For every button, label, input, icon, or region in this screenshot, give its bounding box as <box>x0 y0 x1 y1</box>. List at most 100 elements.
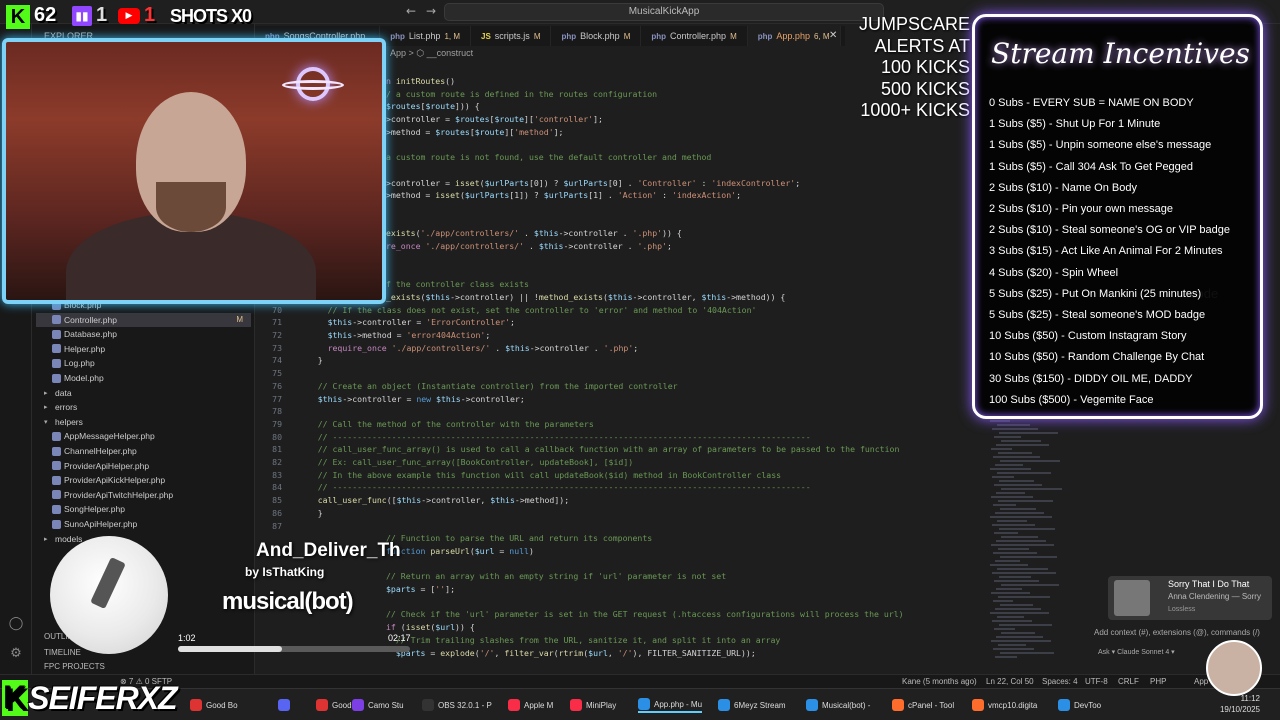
back-arrow-icon[interactable]: ← <box>406 4 416 18</box>
cursor-position[interactable]: Ln 22, Col 50 <box>986 677 1034 686</box>
php-file-icon <box>52 431 61 441</box>
shots-counter: SHOTS X0 <box>170 6 252 26</box>
code-token: // Ex: call_user_func_array([BookControl… <box>317 457 634 467</box>
code-line: 77 $this->controller = new $this->contro… <box>256 394 525 407</box>
tab-block-php[interactable]: php Block.php M <box>551 26 642 46</box>
tab-scripts-js[interactable]: JS scripts.js M <box>471 26 552 46</box>
taskbar-app[interactable] <box>278 697 294 713</box>
incentive-item: 3 Subs ($15) - Act Like An Animal For 2 … <box>989 245 1223 258</box>
tree-item-label: Model.php <box>64 373 104 383</box>
fpc-projects-section[interactable]: FPC PROJECTS <box>44 662 105 671</box>
tab-list-php[interactable]: php List.php 1, M <box>380 26 471 46</box>
tree-file[interactable]: ChannelHelper.php <box>36 444 137 458</box>
taskbar-app[interactable]: Apple M <box>508 697 553 713</box>
tree-file[interactable]: Database.php <box>36 327 117 341</box>
app-indicator[interactable]: App <box>1194 677 1208 686</box>
taskbar-app[interactable]: Musical(bot) - <box>806 697 870 713</box>
tree-file[interactable]: Helper.php <box>36 342 105 356</box>
encoding[interactable]: UTF-8 <box>1085 677 1108 686</box>
tree-file[interactable]: ProviderApiKickHelper.php <box>36 473 165 487</box>
chat-mode-select[interactable]: Ask ▾ Claude Sonnet 4 ▾ <box>1098 648 1175 656</box>
chat-input[interactable]: Add context (#), extensions (@), command… <box>1094 628 1260 637</box>
language-mode[interactable]: PHP <box>1150 677 1166 686</box>
taskbar-app[interactable]: Camo Stu <box>352 697 404 713</box>
minimap[interactable] <box>990 420 1070 670</box>
album-art <box>1114 580 1150 616</box>
tab-controller-php[interactable]: php Controller.php M <box>641 26 748 46</box>
taskbar-app[interactable]: 6Meyz Stream <box>718 697 786 713</box>
code-line: // Check if the 'url' parameter is set i… <box>386 609 904 622</box>
tree-file[interactable]: Controller.php M <box>36 312 251 327</box>
app-icon <box>316 699 328 711</box>
code-line: >controller = isset($urlParts[0]) ? $url… <box>386 178 800 191</box>
taskbar-app[interactable]: MiniPlay <box>570 697 616 713</box>
taskbar-app-label: DevToo <box>1074 700 1102 710</box>
taskbar-app[interactable]: cPanel - Tool <box>892 697 954 713</box>
git-blame[interactable]: Kane (5 months ago) <box>902 677 977 686</box>
command-center-search[interactable]: MusicalKickApp <box>444 3 884 21</box>
minimap-line <box>993 456 1040 458</box>
code-token: '.php' <box>637 241 668 252</box>
taskbar-app[interactable]: App.php - Mu <box>638 697 703 713</box>
line-ending[interactable]: CRLF <box>1118 677 1139 686</box>
minimap-line <box>1001 440 1041 442</box>
tree-folder[interactable]: ▸ data <box>36 386 72 400</box>
taskbar-app[interactable]: OBS 32.0.1 - P <box>422 697 492 713</box>
code-token: ; <box>633 342 639 353</box>
twitch-count: 1 <box>96 4 108 26</box>
taskbar-app[interactable]: Good Bo <box>190 697 238 713</box>
tree-file[interactable]: ProviderApiTwitchHelper.php <box>36 488 173 502</box>
taskbar-clock[interactable]: 11:12 19/10/2025 <box>1220 693 1260 715</box>
code-token: // If the class does not exist, set the … <box>317 304 757 315</box>
taskbar-app[interactable]: DevToo <box>1058 697 1101 713</box>
minimap-line <box>996 492 1025 494</box>
tree-folder[interactable]: ▸ errors <box>36 400 77 414</box>
minimap-line <box>990 564 1028 566</box>
code-line: 83 // In the above example this function… <box>256 470 781 483</box>
line-number: 72 <box>272 330 282 340</box>
now-playing-notification[interactable]: Sorry That I Do That Anna Clendening — S… <box>1108 576 1272 620</box>
minimap-line <box>999 576 1031 578</box>
notification-tag: Lossless <box>1168 606 1196 613</box>
incentive-item: 4 Subs ($20) - Spin Wheel <box>989 266 1119 279</box>
code-token: isset <box>455 177 480 188</box>
minimap-line <box>992 428 1038 430</box>
tree-file[interactable]: AppMessageHelper.php <box>36 429 155 443</box>
code-token: $this <box>490 495 515 506</box>
settings-gear-icon[interactable]: ⚙ <box>8 646 24 662</box>
tab-app-php[interactable]: php App.php 6, M <box>747 26 841 46</box>
code-line: exists('./app/controllers/' . $this->con… <box>386 228 682 241</box>
tree-file[interactable]: Log.php <box>36 356 95 370</box>
code-line: // Function to parse the URL and return … <box>386 533 652 546</box>
code-token: : <box>657 190 672 201</box>
close-tab-icon[interactable]: ✕ <box>829 30 837 41</box>
tree-item-label: Log.php <box>64 358 95 369</box>
tree-item-label: Database.php <box>64 329 117 340</box>
forward-arrow-icon[interactable]: → <box>426 4 436 18</box>
code-token: rtrim <box>558 647 584 658</box>
account-icon[interactable]: ◯ <box>8 616 24 632</box>
taskbar-app[interactable]: vmcp10.digita <box>972 697 1037 713</box>
tree-file[interactable]: Model.php <box>36 371 104 385</box>
code-line: 80 // ----------------------------------… <box>256 432 811 445</box>
indentation[interactable]: Spaces: 4 <box>1042 677 1078 686</box>
code-token: // -------------------------------------… <box>317 482 811 493</box>
tree-folder[interactable]: ▾ helpers <box>36 415 83 429</box>
line-number: 83 <box>272 469 282 480</box>
code-token: >method = <box>386 190 436 201</box>
code-token: '/' <box>617 647 633 658</box>
tree-file[interactable]: SongHelper.php <box>36 502 125 516</box>
app-icon <box>190 699 202 711</box>
tree-file[interactable]: ProviderApiHelper.php <box>36 459 149 473</box>
tab-label: scripts.js <box>494 31 530 41</box>
chevron-down-icon: ▾ <box>44 418 48 426</box>
code-token: 'Controller' <box>637 177 697 188</box>
code-line: _exists($this->controller) || !method_ex… <box>386 292 785 305</box>
breadcrumb[interactable]: App > ⬡ __construct <box>390 48 473 59</box>
screen: ← → MusicalKickApp ◯ ⚙ EXPLORER Block.ph… <box>0 0 1280 720</box>
tree-item-label: ChannelHelper.php <box>64 446 137 456</box>
line-number: 84 <box>272 482 282 493</box>
